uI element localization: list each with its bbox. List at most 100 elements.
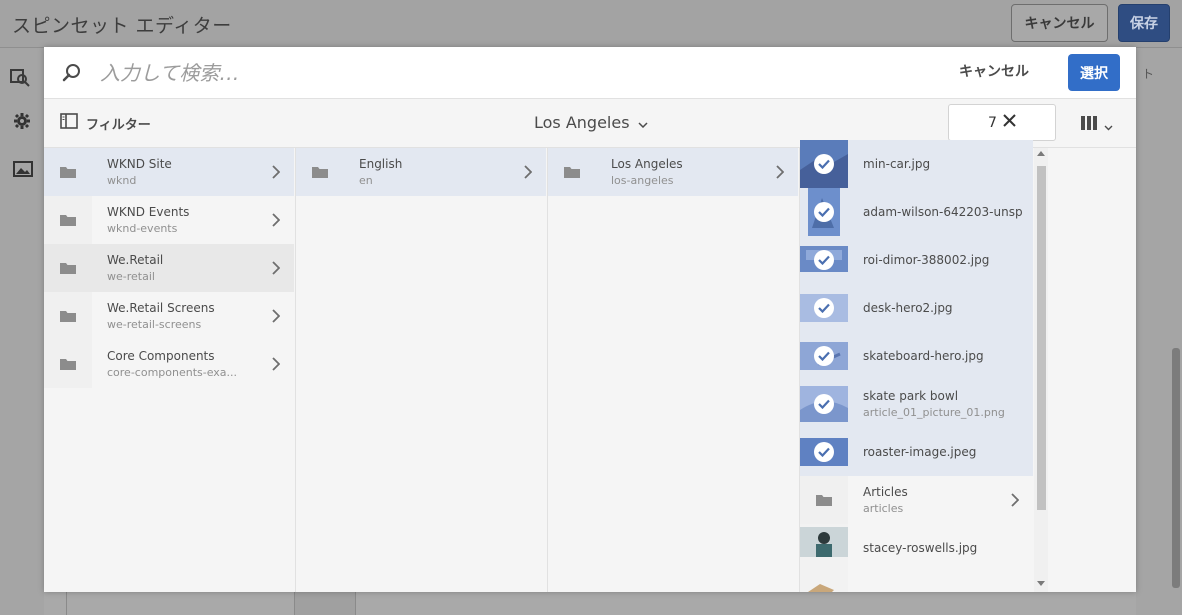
item-title: Core Components (107, 349, 215, 363)
search-icon (62, 63, 82, 83)
folder-icon (44, 244, 92, 292)
checkmark-icon (814, 154, 834, 174)
item-name: we-retail (107, 270, 155, 283)
filter-label: フィルター (86, 117, 151, 133)
search-input[interactable] (98, 57, 802, 89)
checkmark-icon (814, 394, 834, 414)
scroll-up-arrow-icon[interactable] (1037, 151, 1045, 156)
item-title: English (359, 157, 403, 171)
asset-thumbnail (800, 284, 848, 332)
item-title: Articles (863, 485, 908, 499)
editor-panel-divider (50, 592, 67, 615)
checkmark-icon (814, 250, 834, 270)
checkmark-icon (814, 298, 834, 318)
chevron-right-icon (524, 164, 533, 183)
list-item[interactable]: Articles articles (800, 476, 1033, 524)
chevron-right-icon (272, 260, 281, 279)
asset-item[interactable]: min-car.jpg (800, 140, 1033, 188)
asset-title: skate park bowl (863, 389, 959, 403)
column-folders: Los Angeles los-angeles (548, 148, 800, 592)
asset-thumbnail (800, 188, 848, 236)
item-name: en (359, 174, 373, 187)
checkmark-icon (814, 442, 834, 462)
editor-panel-divider (294, 592, 356, 615)
editor-scrollbar[interactable] (1172, 348, 1180, 588)
asset-name: article_01_picture_01.png (863, 406, 1005, 419)
breadcrumb-current: Los Angeles (534, 113, 630, 132)
asset-item[interactable]: skateboard-hero.jpg (800, 332, 1033, 380)
editor-side-rail (0, 48, 44, 615)
item-name: los-angeles (611, 174, 674, 187)
item-name: wknd-events (107, 222, 178, 235)
asset-thumbnail (800, 572, 848, 592)
list-item[interactable]: We.Retail we-retail (44, 244, 294, 292)
asset-scrollbar[interactable] (1034, 148, 1048, 592)
asset-item[interactable]: roaster-image.jpeg (800, 428, 1033, 476)
asset-name: stacey-roswells.jpg (863, 541, 978, 555)
list-item[interactable]: We.Retail Screens we-retail-screens (44, 292, 294, 340)
item-title: We.Retail (107, 253, 164, 267)
asset-picker-dialog: キャンセル 選択 フィルター Los Angeles 7 (44, 47, 1136, 592)
chevron-right-icon (1011, 492, 1020, 511)
filter-button[interactable]: フィルター (60, 113, 151, 133)
asset-thumbnail (800, 332, 848, 380)
list-item[interactable]: Los Angeles los-angeles (548, 148, 798, 196)
editor-title: スピンセット エディター (12, 15, 232, 37)
item-title: WKND Events (107, 205, 190, 219)
asset-name: roi-dimor-388002.jpg (863, 253, 990, 267)
chevron-right-icon (272, 212, 281, 231)
folder-icon (800, 476, 848, 524)
folder-icon (44, 196, 92, 244)
folder-icon (548, 148, 596, 196)
chevron-right-icon (272, 356, 281, 375)
chevron-right-icon (272, 164, 281, 183)
chevron-down-icon (1104, 116, 1113, 135)
asset-name: adam-wilson-642203-unsp... (863, 205, 1023, 219)
selection-count-button[interactable]: 7 (948, 104, 1056, 141)
find-icon[interactable] (10, 67, 30, 92)
folder-icon (44, 340, 92, 388)
search-bar: キャンセル 選択 (44, 47, 1136, 99)
selection-count: 7 (988, 114, 997, 131)
editor-right-area: ト (1136, 48, 1182, 615)
folder-icon (44, 148, 92, 196)
settings-gear-icon[interactable] (13, 112, 31, 135)
asset-name: roaster-image.jpeg (863, 445, 977, 459)
editor-save-button[interactable]: 保存 (1118, 4, 1170, 42)
close-icon[interactable] (1003, 114, 1016, 131)
item-name: core-components-exa... (107, 366, 238, 379)
chevron-right-icon (776, 164, 785, 183)
chevron-down-icon (638, 113, 648, 132)
item-title: We.Retail Screens (107, 301, 215, 315)
asset-name: desk-hero2.jpg (863, 301, 953, 315)
item-name: wknd (107, 174, 137, 187)
asset-item[interactable]: skate park bowl article_01_picture_01.pn… (800, 380, 1033, 428)
asset-item[interactable]: roi-dimor-388002.jpg (800, 236, 1033, 284)
item-name: we-retail-screens (107, 318, 202, 331)
cancel-button[interactable]: キャンセル (959, 61, 1029, 81)
asset-item[interactable]: stacey-roswells.jpg (800, 524, 1033, 572)
asset-thumbnail (800, 380, 848, 428)
asset-item[interactable] (800, 572, 1033, 592)
list-item[interactable]: English en (296, 148, 546, 196)
editor-header: スピンセット エディター キャンセル 保存 (0, 0, 1182, 48)
list-item[interactable]: WKND Site wknd (44, 148, 294, 196)
asset-thumbnail (800, 140, 848, 188)
list-item[interactable]: Core Components core-components-exa... (44, 340, 294, 388)
scroll-down-arrow-icon[interactable] (1037, 581, 1045, 586)
select-button[interactable]: 選択 (1068, 54, 1120, 91)
image-icon[interactable] (13, 161, 33, 182)
asset-thumbnail (800, 236, 848, 284)
rail-toggle-icon (60, 113, 78, 133)
asset-thumbnail (800, 524, 848, 572)
asset-item[interactable]: desk-hero2.jpg (800, 284, 1033, 332)
list-item[interactable]: WKND Events wknd-events (44, 196, 294, 244)
scroll-thumb[interactable] (1037, 166, 1046, 510)
checkmark-icon (814, 346, 834, 366)
breadcrumb-dropdown[interactable]: Los Angeles (534, 113, 648, 132)
editor-cancel-button[interactable]: キャンセル (1011, 4, 1108, 42)
asset-item[interactable]: adam-wilson-642203-unsp... (800, 188, 1033, 236)
view-switcher[interactable] (1080, 115, 1113, 135)
column-view: WKND Site wknd WKND Events wknd-events W… (44, 140, 1136, 592)
item-name: articles (863, 502, 904, 515)
